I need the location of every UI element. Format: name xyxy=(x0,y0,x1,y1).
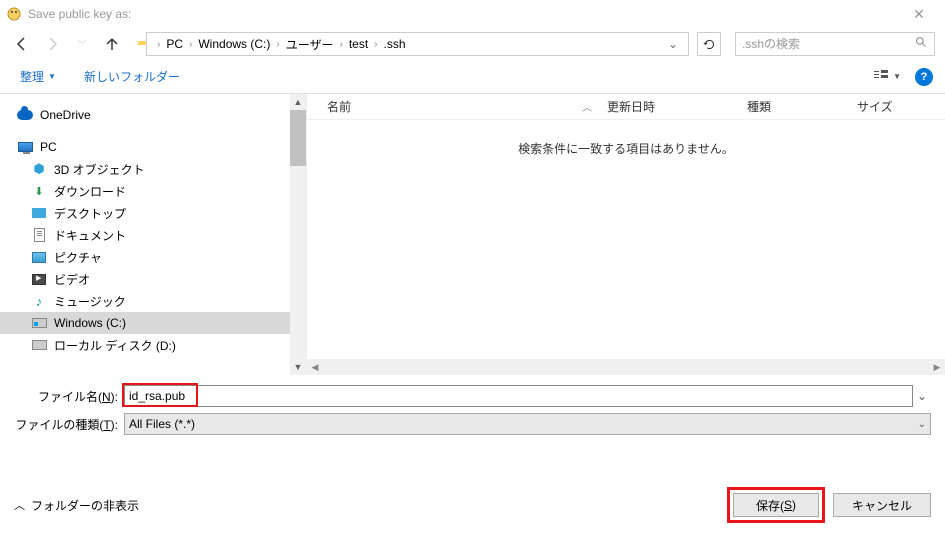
chevron-right-icon: › xyxy=(189,39,192,50)
chevron-right-icon: › xyxy=(339,39,342,50)
navbar: ﹀ › PC › Windows (C:) › ユーザー › test › .s… xyxy=(0,28,945,60)
filename-label: ファイル名(N): xyxy=(14,388,124,405)
chevron-down-icon: ⌄ xyxy=(918,419,926,430)
chevron-right-icon: › xyxy=(374,39,377,50)
horizontal-scrollbar[interactable]: ◀ ▶ xyxy=(307,359,945,375)
sidebar-item-downloads[interactable]: ⬇ ダウンロード xyxy=(0,180,290,202)
new-folder-button[interactable]: 新しいフォルダー xyxy=(76,64,188,89)
chevron-right-icon: › xyxy=(157,39,160,50)
sort-indicator-icon: ︿ xyxy=(567,99,607,114)
column-name[interactable]: 名前 xyxy=(327,98,567,115)
sidebar-item-videos[interactable]: ビデオ xyxy=(0,268,290,290)
save-button-highlight: 保存(S) xyxy=(727,487,825,523)
video-icon xyxy=(30,271,48,287)
sidebar-item-music[interactable]: ♪ ミュージック xyxy=(0,290,290,312)
breadcrumb-item[interactable]: .ssh xyxy=(384,37,406,51)
forward-button[interactable] xyxy=(40,32,64,56)
cloud-icon xyxy=(16,107,34,123)
scroll-up-arrow[interactable]: ▲ xyxy=(290,94,306,110)
column-date[interactable]: 更新日時 xyxy=(607,98,747,115)
search-icon xyxy=(915,36,928,52)
scroll-left-arrow[interactable]: ◀ xyxy=(307,359,323,375)
recent-dropdown[interactable]: ﹀ xyxy=(70,32,94,56)
help-button[interactable]: ? xyxy=(915,68,933,86)
column-headers: 名前 ︿ 更新日時 種類 サイズ xyxy=(307,94,945,120)
drive-icon xyxy=(30,337,48,353)
filename-dropdown-button[interactable]: ⌄ xyxy=(913,389,931,403)
filename-row: ファイル名(N): ⌄ xyxy=(14,385,931,407)
scroll-down-arrow[interactable]: ▼ xyxy=(290,359,306,375)
chevron-down-icon: ▼ xyxy=(48,72,56,81)
sidebar-item-onedrive[interactable]: OneDrive xyxy=(0,104,290,126)
download-icon: ⬇ xyxy=(30,183,48,199)
filename-input-wrap xyxy=(124,385,913,407)
view-options-button[interactable]: ▼ xyxy=(869,66,905,88)
main-area: OneDrive PC ⬢ 3D オブジェクト ⬇ ダウンロード デスクトップ xyxy=(0,94,945,375)
breadcrumb-item[interactable]: Windows (C:) xyxy=(198,37,270,51)
sidebar-item-desktop[interactable]: デスクトップ xyxy=(0,202,290,224)
breadcrumb-dropdown[interactable]: ⌄ xyxy=(662,37,684,51)
sidebar-item-documents[interactable]: ドキュメント xyxy=(0,224,290,246)
organize-button[interactable]: 整理▼ xyxy=(12,64,64,89)
form-area: ファイル名(N): ⌄ ファイルの種類(T): All Files (*.*) … xyxy=(0,375,945,445)
drive-icon xyxy=(30,315,48,331)
hide-folders-toggle[interactable]: ︿ フォルダーの非表示 xyxy=(14,497,139,514)
sidebar-item-pc[interactable]: PC xyxy=(0,136,290,158)
music-icon: ♪ xyxy=(30,293,48,309)
chevron-right-icon: › xyxy=(276,39,279,50)
scroll-right-arrow[interactable]: ▶ xyxy=(929,359,945,375)
save-button[interactable]: 保存(S) xyxy=(733,493,819,517)
cancel-button[interactable]: キャンセル xyxy=(833,493,931,517)
sidebar-item-drive-d[interactable]: ローカル ディスク (D:) xyxy=(0,334,290,356)
search-input[interactable] xyxy=(742,37,915,51)
search-box[interactable] xyxy=(735,32,935,56)
breadcrumb-item[interactable]: test xyxy=(349,37,368,51)
up-button[interactable] xyxy=(100,32,124,56)
column-type[interactable]: 種類 xyxy=(747,98,857,115)
desktop-icon xyxy=(30,205,48,221)
filetype-row: ファイルの種類(T): All Files (*.*) ⌄ xyxy=(14,413,931,435)
column-size[interactable]: サイズ xyxy=(857,98,945,115)
close-button[interactable]: ✕ xyxy=(899,6,939,23)
filetype-select[interactable]: All Files (*.*) ⌄ xyxy=(124,413,931,435)
sidebar: OneDrive PC ⬢ 3D オブジェクト ⬇ ダウンロード デスクトップ xyxy=(0,94,307,375)
picture-icon xyxy=(30,249,48,265)
document-icon xyxy=(30,227,48,243)
window-title: Save public key as: xyxy=(28,7,899,21)
filename-input[interactable] xyxy=(124,385,913,407)
back-button[interactable] xyxy=(10,32,34,56)
sidebar-item-3d-objects[interactable]: ⬢ 3D オブジェクト xyxy=(0,158,290,180)
sidebar-item-pictures[interactable]: ピクチャ xyxy=(0,246,290,268)
file-list-area: 名前 ︿ 更新日時 種類 サイズ 検索条件に一致する項目はありません。 ◀ ▶ xyxy=(307,94,945,375)
3d-icon: ⬢ xyxy=(30,161,48,177)
toolbar: 整理▼ 新しいフォルダー ▼ ? xyxy=(0,60,945,94)
chevron-down-icon: ▼ xyxy=(893,72,901,81)
scroll-thumb[interactable] xyxy=(290,110,306,166)
monitor-icon xyxy=(16,139,34,155)
sidebar-item-drive-c[interactable]: Windows (C:) xyxy=(0,312,290,334)
footer: ︿ フォルダーの非表示 保存(S) キャンセル xyxy=(14,487,931,523)
breadcrumb[interactable]: › PC › Windows (C:) › ユーザー › test › .ssh… xyxy=(146,32,689,56)
breadcrumb-item[interactable]: PC xyxy=(166,37,183,51)
titlebar: Save public key as: ✕ xyxy=(0,0,945,28)
filetype-label: ファイルの種類(T): xyxy=(14,416,124,433)
breadcrumb-item[interactable]: ユーザー xyxy=(286,36,334,53)
chevron-up-icon: ︿ xyxy=(14,497,25,513)
refresh-button[interactable] xyxy=(697,32,721,56)
sidebar-scrollbar[interactable]: ▲ ▼ xyxy=(290,94,306,375)
empty-message: 検索条件に一致する項目はありません。 xyxy=(307,140,945,157)
scroll-track[interactable] xyxy=(323,359,929,375)
app-icon xyxy=(6,6,22,22)
